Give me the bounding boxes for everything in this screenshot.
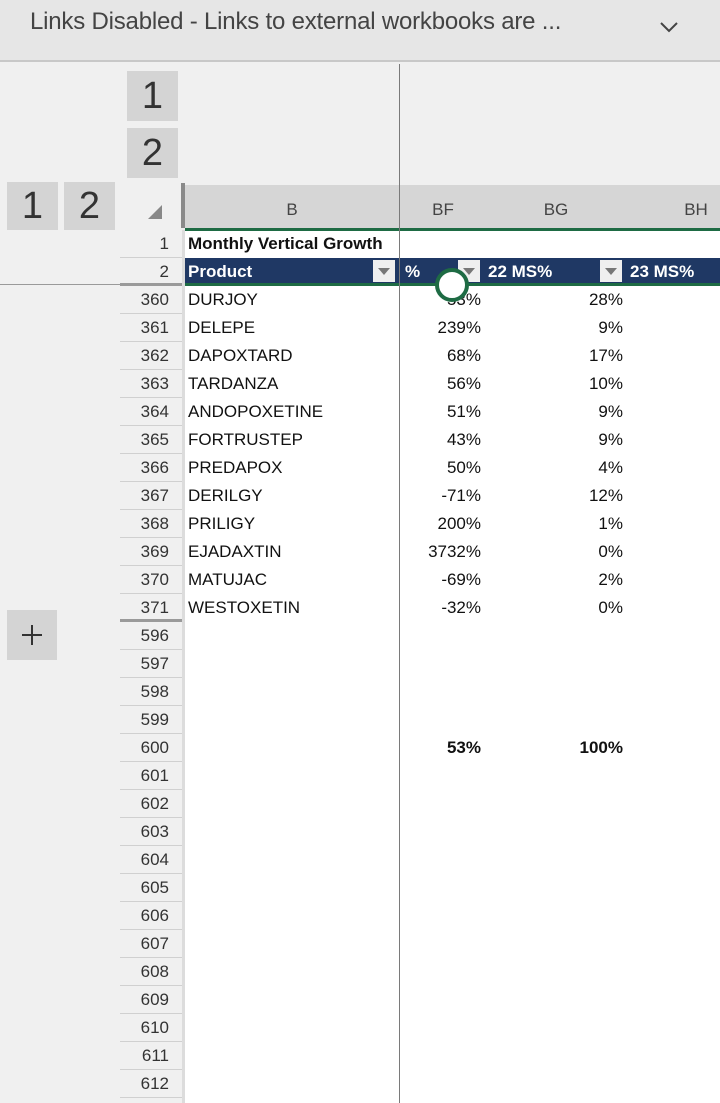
growth-pct-cell[interactable]: 68% xyxy=(400,342,481,370)
expand-group-button[interactable] xyxy=(7,610,57,660)
growth-pct-cell[interactable]: 50% xyxy=(400,454,481,482)
ms22-cell[interactable]: 12% xyxy=(482,482,623,510)
table-header-pct[interactable]: % xyxy=(405,258,420,284)
row-header[interactable]: 368 xyxy=(120,510,182,538)
ms22-cell[interactable]: 4% xyxy=(482,454,623,482)
total-ms22-cell[interactable]: 100% xyxy=(482,734,623,762)
row-header[interactable]: 361 xyxy=(120,314,182,342)
ms22-cell[interactable]: 28% xyxy=(482,286,623,314)
product-cell[interactable]: PREDAPOX xyxy=(188,454,396,482)
ms22-cell[interactable]: 9% xyxy=(482,398,623,426)
row-header[interactable]: 2 xyxy=(120,258,182,286)
row-header[interactable]: 362 xyxy=(120,342,182,370)
growth-pct-cell[interactable]: 51% xyxy=(400,398,481,426)
sheet-title-cell[interactable]: Monthly Vertical Growth xyxy=(188,230,400,258)
freeze-pane-divider[interactable] xyxy=(399,64,400,1103)
row-outline-level-1-button[interactable]: 1 xyxy=(7,182,58,230)
growth-pct-cell[interactable]: 3732% xyxy=(400,538,481,566)
ms22-cell[interactable]: 10% xyxy=(482,370,623,398)
column-header-bf[interactable]: BF xyxy=(400,185,486,230)
product-cell[interactable]: WESTOXETIN xyxy=(188,594,396,622)
row-header[interactable]: 601 xyxy=(120,762,182,790)
row-header[interactable]: 365 xyxy=(120,426,182,454)
row-header[interactable]: 1 xyxy=(120,230,182,258)
row-header[interactable]: 371 xyxy=(120,594,182,622)
product-cell[interactable]: ANDOPOXETINE xyxy=(188,398,396,426)
product-cell[interactable]: DURJOY xyxy=(188,286,396,314)
select-all-button[interactable] xyxy=(120,185,182,230)
row-header[interactable]: 366 xyxy=(120,454,182,482)
column-outline-level-2-button[interactable]: 2 xyxy=(127,128,178,178)
growth-pct-cell[interactable]: -32% xyxy=(400,594,481,622)
row-header[interactable]: 596 xyxy=(120,622,182,650)
column-header-bh[interactable]: BH xyxy=(626,185,720,230)
product-cell[interactable]: DERILGY xyxy=(188,482,396,510)
dropdown-arrow-icon xyxy=(605,267,617,275)
row-header[interactable]: 602 xyxy=(120,790,182,818)
ms22-cell[interactable]: 9% xyxy=(482,314,623,342)
product-cell[interactable]: DELEPE xyxy=(188,314,396,342)
row-header[interactable]: 605 xyxy=(120,874,182,902)
ms22-cell[interactable]: 0% xyxy=(482,538,623,566)
selection-handle[interactable] xyxy=(435,268,469,302)
row-header[interactable]: 610 xyxy=(120,1014,182,1042)
outline-divider xyxy=(0,284,120,285)
row-header[interactable]: 598 xyxy=(120,678,182,706)
ms22-cell[interactable]: 1% xyxy=(482,510,623,538)
growth-pct-cell[interactable]: -69% xyxy=(400,566,481,594)
filter-dropdown-product[interactable] xyxy=(373,260,395,282)
plus-icon xyxy=(22,625,42,645)
row-header[interactable]: 607 xyxy=(120,930,182,958)
product-cell[interactable]: TARDANZA xyxy=(188,370,396,398)
column-header-b[interactable]: B xyxy=(185,185,399,230)
filter-dropdown-22ms[interactable] xyxy=(600,260,622,282)
table-header-22ms[interactable]: 22 MS% xyxy=(488,258,552,284)
dropdown-arrow-icon xyxy=(378,267,390,275)
row-header[interactable]: 600 xyxy=(120,734,182,762)
growth-pct-cell[interactable]: 239% xyxy=(400,314,481,342)
product-cell[interactable]: DAPOXTARD xyxy=(188,342,396,370)
row-header[interactable]: 367 xyxy=(120,482,182,510)
product-cell[interactable]: EJADAXTIN xyxy=(188,538,396,566)
row-header[interactable]: 369 xyxy=(120,538,182,566)
growth-pct-cell[interactable]: 200% xyxy=(400,510,481,538)
row-header[interactable]: 606 xyxy=(120,902,182,930)
row-header[interactable]: 608 xyxy=(120,958,182,986)
row-header[interactable]: 604 xyxy=(120,846,182,874)
row-header[interactable]: 609 xyxy=(120,986,182,1014)
row-header[interactable]: 363 xyxy=(120,370,182,398)
chevron-down-icon[interactable] xyxy=(658,16,680,38)
row-header[interactable]: 364 xyxy=(120,398,182,426)
table-header-23ms[interactable]: 23 MS% xyxy=(630,258,694,284)
ms22-cell[interactable]: 0% xyxy=(482,594,623,622)
row-header[interactable]: 370 xyxy=(120,566,182,594)
row-header[interactable]: 612 xyxy=(120,1070,182,1098)
row-header[interactable]: 597 xyxy=(120,650,182,678)
product-cell[interactable]: FORTRUSTEP xyxy=(188,426,396,454)
row-header[interactable]: 360 xyxy=(120,286,182,314)
column-outline-level-1-button[interactable]: 1 xyxy=(127,71,178,121)
row-header[interactable]: 603 xyxy=(120,818,182,846)
growth-pct-cell[interactable]: 56% xyxy=(400,370,481,398)
table-header-product[interactable]: Product xyxy=(188,258,252,284)
total-growth-pct-cell[interactable]: 53% xyxy=(400,734,481,762)
row-header[interactable]: 611 xyxy=(120,1042,182,1070)
row-outline-level-2-button[interactable]: 2 xyxy=(64,182,115,230)
row-header[interactable]: 599 xyxy=(120,706,182,734)
column-header-bg[interactable]: BG xyxy=(486,185,626,230)
growth-pct-cell[interactable]: 43% xyxy=(400,426,481,454)
row-header-edge xyxy=(182,230,185,1103)
select-all-triangle-icon xyxy=(148,205,162,219)
banner-message: Links Disabled - Links to external workb… xyxy=(30,8,562,35)
links-disabled-banner[interactable]: Links Disabled - Links to external workb… xyxy=(0,0,720,62)
ms22-cell[interactable]: 17% xyxy=(482,342,623,370)
growth-pct-cell[interactable]: -71% xyxy=(400,482,481,510)
product-cell[interactable]: MATUJAC xyxy=(188,566,396,594)
ms22-cell[interactable]: 2% xyxy=(482,566,623,594)
product-cell[interactable]: PRILIGY xyxy=(188,510,396,538)
ms22-cell[interactable]: 9% xyxy=(482,426,623,454)
